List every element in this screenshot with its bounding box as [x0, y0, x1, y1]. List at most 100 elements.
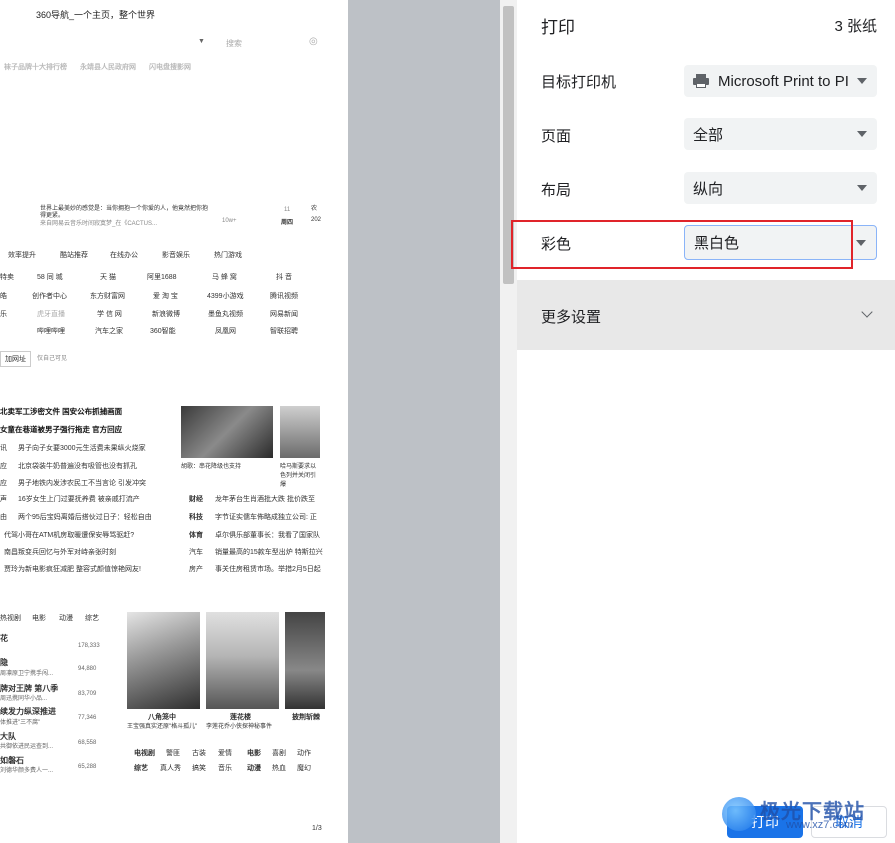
news-photo-caption: 哈马斯要求以色列并关闭引爆 [280, 464, 317, 488]
printer-label: 目标打印机 [541, 74, 617, 91]
site-link: 东方财富网 [90, 293, 125, 300]
news-photo-caption: 胡歌：串花降级也支持 [181, 464, 242, 470]
site-link: 创作者中心 [32, 293, 67, 300]
site-link: 哔哩哔哩 [37, 328, 65, 335]
calendar-year: 202 [311, 217, 322, 223]
watermark-logo-icon [722, 797, 756, 831]
site-link: 虎牙直播 [37, 311, 65, 318]
site-link: 阿里1688 [147, 274, 177, 281]
news-item: 事关住房租赁市场。举措2月5日起 [215, 566, 321, 573]
layout-select[interactable]: 纵向 [684, 172, 877, 204]
more-settings-toggle[interactable]: 更多设置 [517, 280, 895, 350]
genre-link: 真人秀 [160, 765, 181, 772]
pages-label: 页面 [541, 128, 572, 145]
poster-image [285, 612, 325, 709]
site-link: 58 同 城 [37, 274, 63, 281]
poster-image [127, 612, 200, 709]
news-item: 两个95后宝妈离婚后搭伙过日子：轻松自由 [18, 514, 152, 521]
site-link: 360智能 [150, 328, 176, 335]
news-item: 销量最高的15款车型出炉 特斯拉兴 [215, 549, 323, 556]
news-item: 字节证实儒车佈略成独立公司: 正 [215, 514, 317, 521]
news-tag: 财经 [189, 496, 203, 503]
news-tag: 讯 [0, 445, 7, 452]
news-item: 代驾小哥在ATM机房取暖遭保安辱骂驱赶? [4, 532, 135, 539]
news-tag: 房产 [189, 566, 203, 573]
news-item: 男子向子女要3000元生活费未果纵火烧家 [18, 445, 146, 452]
video-title: 续发力纵深推进 [0, 707, 56, 716]
video-sub: 周凛原卫宁携手闯... [0, 671, 54, 677]
news-item: 南昌叛变兵回忆与外军对峙亲张时刻 [4, 549, 116, 556]
preview-scrollbar[interactable] [500, 0, 517, 843]
category-tab: 在线办公 [110, 252, 138, 259]
poster-title: 披荆斩棘 [292, 714, 320, 721]
pages-value: 全部 [693, 126, 724, 144]
video-count: 65,288 [78, 764, 97, 770]
genre-link: 电视剧 [134, 750, 155, 757]
video-sub: 周迅携同华小品... [0, 696, 48, 702]
category-tab: 效率提升 [8, 252, 36, 259]
site-link: 抖 音 [276, 274, 292, 281]
genre-link: 古装 [192, 750, 206, 757]
site-link: 汽车之家 [95, 328, 123, 335]
category-tab: 影音娱乐 [162, 252, 190, 259]
video-count: 178,333 [78, 643, 100, 649]
genre-link: 热血 [272, 765, 286, 772]
news-item: 贾玲为新电影疯狂减肥 整容式颜值惊艳网友! [4, 566, 141, 573]
video-sub: 体推进"三不腐" [0, 720, 41, 726]
video-title: 花 [0, 634, 8, 643]
site-link: 墨鱼丸视频 [208, 311, 243, 318]
printer-value: Microsoft Print to PI [718, 72, 849, 90]
genre-link: 电影 [247, 750, 261, 757]
calendar-day: 11 [284, 207, 291, 213]
genre-link: 警匪 [166, 750, 180, 757]
news-item: 龙年茅台生肖酒批大跌 批价跌至 [215, 496, 315, 503]
preview-dropdown-caret: ▼ [198, 38, 205, 45]
calendar-extra: 农 [311, 206, 318, 212]
video-tab: 电影 [32, 615, 46, 622]
hot-link: 闪电盘搜影网 [149, 64, 191, 71]
genre-link: 动作 [297, 750, 311, 757]
preview-page: 360导航_一个主页，整个世界 ▼ 搜索 ◎ 袜子品牌十大排行榜 永靖县人民政府… [0, 0, 348, 843]
pages-select[interactable]: 全部 [684, 118, 877, 150]
video-count: 94,880 [78, 666, 97, 672]
news-item: 卓尔俱乐部董事长：我看了国家队 [215, 532, 320, 539]
preview-search-icon: ◎ [309, 36, 318, 47]
video-count: 68,558 [78, 740, 97, 746]
video-sub: 刘德华颜多费人一... [0, 768, 54, 774]
chevron-down-icon [857, 185, 867, 191]
site-link: 皓 [0, 293, 7, 300]
chevron-down-icon [856, 240, 866, 246]
category-tab: 热门游戏 [214, 252, 242, 259]
hot-link: 袜子品牌十大排行榜 [4, 64, 67, 71]
news-item: 男子地铁内发涉农民工不当言论 引发冲突 [18, 480, 146, 487]
watermark: 极光下载站 www.xz7.com [722, 795, 887, 835]
genre-link: 动漫 [247, 765, 261, 772]
preview-search-label: 搜索 [226, 39, 242, 48]
site-link: 乐 [0, 311, 7, 318]
news-tag: 由 [0, 514, 7, 521]
video-tab: 综艺 [85, 615, 99, 622]
chevron-down-icon [857, 131, 867, 137]
news-tag: 应 [0, 463, 7, 470]
printer-icon [693, 74, 709, 88]
genre-link: 搞笑 [192, 765, 206, 772]
watermark-url: www.xz7.com [786, 819, 854, 831]
news-tag: 应 [0, 480, 7, 487]
chevron-down-icon [857, 78, 867, 84]
video-title: 隐 [0, 658, 8, 667]
video-count: 77,346 [78, 715, 97, 721]
news-headline: 北卖军工涉密文件 国安公布抓捕画面 [0, 407, 123, 416]
quote-source: 来自网易云音乐时间寂寞梦_在《CACTUS... [40, 221, 158, 227]
site-link: 智联招聘 [270, 328, 298, 335]
news-tag: 科技 [189, 514, 203, 521]
add-url-box: 加网址 [0, 351, 31, 367]
poster-sub: 李莲花乔小侠探神秘事件 [206, 724, 273, 730]
genre-link: 综艺 [134, 765, 148, 772]
sheet-count: 3 张纸 [834, 18, 877, 35]
highlight-box [511, 220, 853, 269]
printer-select[interactable]: Microsoft Print to PI [684, 65, 877, 97]
site-link: 马 蜂 窝 [212, 274, 237, 281]
video-count: 83,709 [78, 691, 97, 697]
preview-header-title: 360导航_一个主页，整个世界 [36, 10, 156, 20]
video-tab: 热视剧 [0, 615, 21, 622]
